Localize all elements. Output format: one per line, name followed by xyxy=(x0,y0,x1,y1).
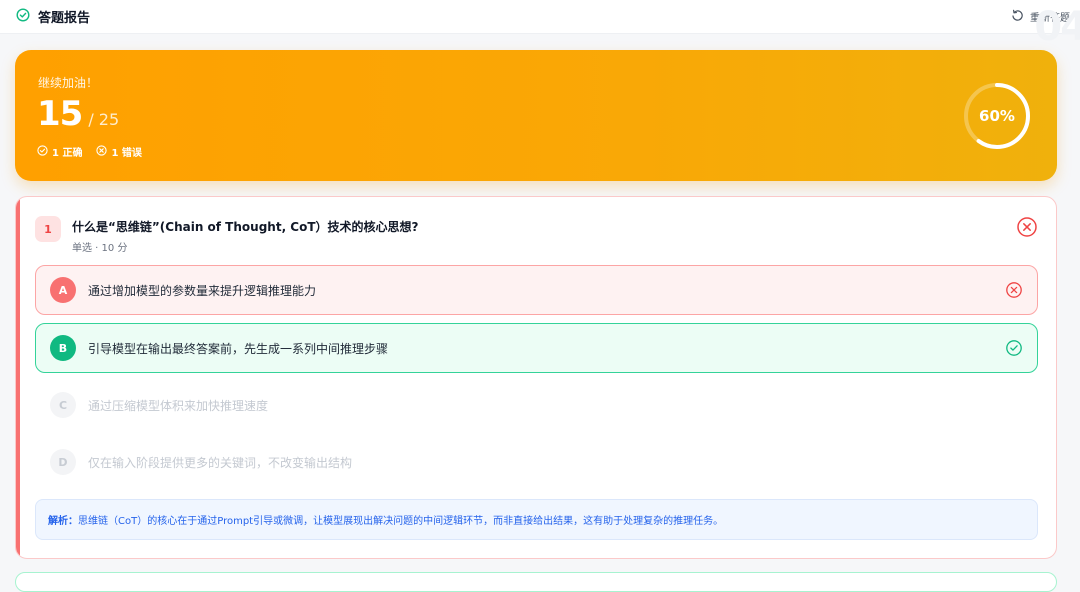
question-number: 1 xyxy=(35,216,61,242)
report-header: 答题报告 xyxy=(16,7,90,26)
x-circle-icon xyxy=(1016,216,1038,242)
option-text: 通过增加模型的参数量来提升逻辑推理能力 xyxy=(88,283,317,298)
score-value: 15 xyxy=(37,94,83,134)
refresh-icon xyxy=(1011,9,1024,25)
score-card: 继续加油！ 15 / 25 1 正确 1 错误 60% xyxy=(15,50,1057,181)
x-circle-icon xyxy=(1005,281,1023,303)
option-text: 通过压缩模型体积来加快推理速度 xyxy=(88,398,269,413)
retry-button[interactable]: 重新答题 xyxy=(1011,9,1070,25)
option-b[interactable]: B 引导模型在输出最终答案前，先生成一系列中间推理步骤 xyxy=(35,323,1038,373)
option-letter: D xyxy=(50,449,76,475)
score-row: 15 / 25 xyxy=(37,94,119,134)
check-circle-icon xyxy=(16,7,30,26)
option-c[interactable]: C 通过压缩模型体积来加快推理速度 xyxy=(35,380,1038,430)
score-total: / 25 xyxy=(88,110,120,129)
analysis-box: 解析： 思维链（CoT）的核心在于通过Prompt引导或微调，让模型展现出解决问… xyxy=(35,499,1038,540)
option-a[interactable]: A 通过增加模型的参数量来提升逻辑推理能力 xyxy=(35,265,1038,315)
analysis-label: 解析： xyxy=(48,516,78,527)
correct-count: 1 正确 xyxy=(37,144,82,159)
x-circle-icon xyxy=(96,144,108,159)
check-circle-icon xyxy=(1005,339,1023,361)
result-stats: 1 正确 1 错误 xyxy=(37,144,142,159)
wrong-count-label: 1 错误 xyxy=(111,148,142,159)
option-d[interactable]: D 仅在输入阶段提供更多的关键词，不改变输出结构 xyxy=(35,437,1038,487)
question-meta: 单选 · 10 分 xyxy=(72,243,128,254)
analysis-text: 思维链（CoT）的核心在于通过Prompt引导或微调，让模型展现出解决问题的中间… xyxy=(78,516,724,527)
encourage-text: 继续加油！ xyxy=(38,76,99,90)
next-question-card xyxy=(15,572,1057,592)
top-bar: 答题报告 重新答题 xyxy=(0,0,1080,34)
question-text: 什么是“思维链”(Chain of Thought, CoT）技术的核心思想? xyxy=(72,220,419,234)
option-letter: A xyxy=(50,277,76,303)
correct-count-label: 1 正确 xyxy=(52,148,83,159)
question-card: 1 什么是“思维链”(Chain of Thought, CoT）技术的核心思想… xyxy=(15,196,1057,559)
check-circle-icon xyxy=(37,144,48,159)
accuracy-percent: 60% xyxy=(979,107,1015,125)
wrong-accent-bar xyxy=(16,197,20,558)
option-text: 仅在输入阶段提供更多的关键词，不改变输出结构 xyxy=(88,455,353,470)
option-text: 引导模型在输出最终答案前，先生成一系列中间推理步骤 xyxy=(88,341,389,356)
wrong-count: 1 错误 xyxy=(96,144,142,159)
option-letter: B xyxy=(50,335,76,361)
option-letter: C xyxy=(50,392,76,418)
accuracy-ring: 60% xyxy=(962,81,1032,151)
retry-label: 重新答题 xyxy=(1030,13,1070,24)
page-title: 答题报告 xyxy=(38,11,91,26)
